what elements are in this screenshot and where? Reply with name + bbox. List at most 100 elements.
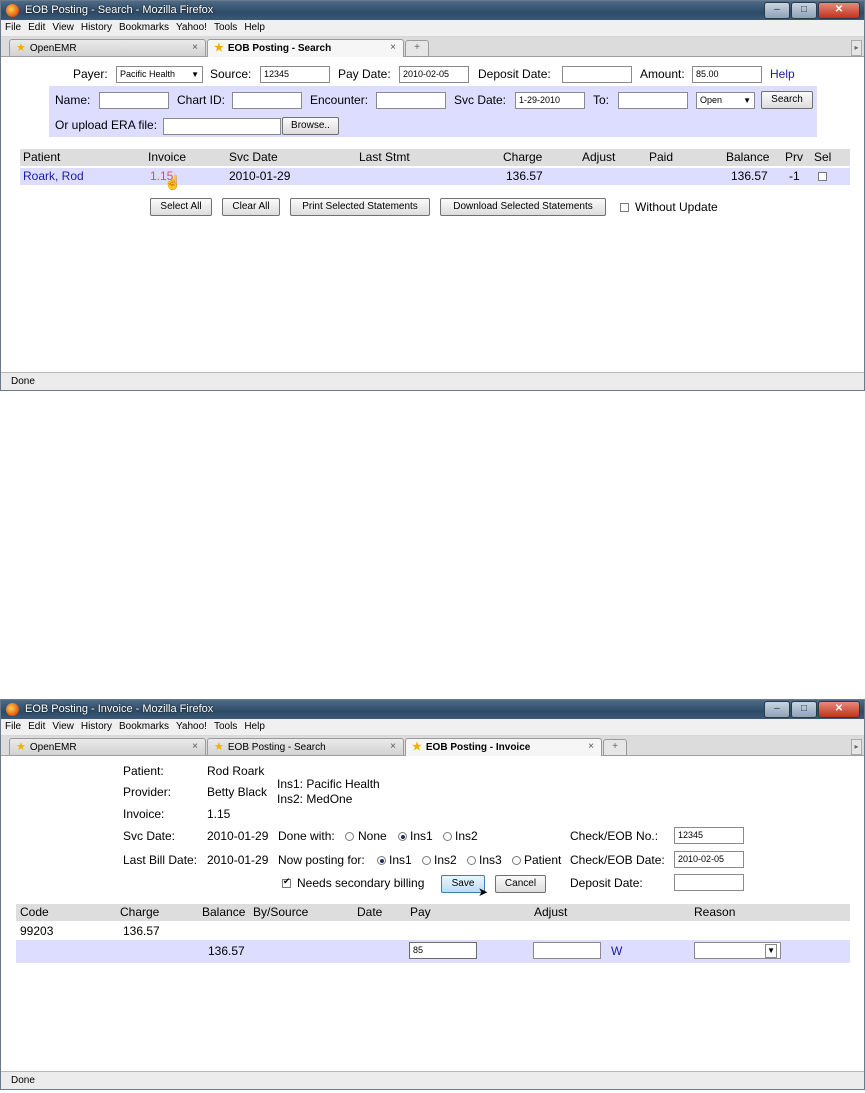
era-file-input[interactable] xyxy=(163,118,281,135)
menu-history[interactable]: History xyxy=(81,22,112,33)
tab-label: EOB Posting - Invoice xyxy=(425,742,531,753)
patient-value: Rod Roark xyxy=(207,764,265,778)
menu-bookmarks[interactable]: Bookmarks xyxy=(119,721,169,732)
tab-scroll-icon[interactable]: ▸ xyxy=(851,739,862,755)
paydate-input[interactable]: 2010-02-05 xyxy=(399,66,469,83)
menu-file[interactable]: File xyxy=(5,721,21,732)
search-button[interactable]: Search xyxy=(761,91,813,109)
chart-id-input[interactable] xyxy=(232,92,302,109)
print-statements-button[interactable]: Print Selected Statements xyxy=(290,198,430,216)
close-tab-icon[interactable]: × xyxy=(588,739,594,755)
without-update-checkbox[interactable] xyxy=(620,203,629,212)
menu-tools[interactable]: Tools xyxy=(214,721,237,732)
svc-date-input[interactable]: 1-29-2010 xyxy=(515,92,585,109)
new-tab-button[interactable]: + xyxy=(603,739,627,756)
check-no-input[interactable]: 12345 xyxy=(674,827,744,844)
menu-bookmarks[interactable]: Bookmarks xyxy=(119,22,169,33)
posting-ins2-radio[interactable] xyxy=(422,856,431,865)
close-button[interactable]: ✕ xyxy=(818,701,860,718)
encounter-input[interactable] xyxy=(376,92,446,109)
browse-button[interactable]: Browse.. xyxy=(282,117,339,135)
menu-file[interactable]: File xyxy=(5,22,21,33)
menu-view[interactable]: View xyxy=(52,721,74,732)
reason-select[interactable]: ▼ xyxy=(694,942,781,959)
status-value: Open xyxy=(700,95,723,105)
to-date-input[interactable] xyxy=(618,92,688,109)
posting-ins1-label: Ins1 xyxy=(389,853,412,867)
name-label: Name: xyxy=(55,93,91,107)
help-link[interactable]: Help xyxy=(770,67,795,81)
header-prv: Prv xyxy=(785,150,803,164)
header-sel: Sel xyxy=(814,150,832,164)
close-tab-icon[interactable]: × xyxy=(390,739,396,755)
select-checkbox[interactable] xyxy=(818,172,827,181)
adjust-input[interactable] xyxy=(533,942,601,959)
menu-tools[interactable]: Tools xyxy=(214,22,237,33)
pay-input[interactable]: 85 xyxy=(409,942,477,959)
source-input[interactable]: 12345 xyxy=(260,66,330,83)
posting-ins3-radio[interactable] xyxy=(467,856,476,865)
menu-help[interactable]: Help xyxy=(244,721,265,732)
tab-openemr[interactable]: ★ OpenEMR × xyxy=(9,39,206,56)
download-statements-button[interactable]: Download Selected Statements xyxy=(440,198,606,216)
invoice-value: 1.15 xyxy=(207,807,231,821)
header-code: Code xyxy=(20,905,49,919)
paydate-label: Pay Date: xyxy=(338,67,391,81)
patient-label: Patient: xyxy=(123,764,164,778)
star-icon: ★ xyxy=(16,741,26,753)
done-with-ins2-radio[interactable] xyxy=(443,832,452,841)
tab-eob-search[interactable]: ★ EOB Posting - Search × xyxy=(207,39,404,57)
close-tab-icon[interactable]: × xyxy=(390,40,396,56)
chevron-down-icon: ▼ xyxy=(191,70,199,79)
payer-select[interactable]: Pacific Health ▼ xyxy=(116,66,203,83)
tab-scroll-icon[interactable]: ▸ xyxy=(851,40,862,56)
posting-ins3-label: Ins3 xyxy=(479,853,502,867)
deposit-date-input[interactable] xyxy=(674,874,744,891)
minimize-button[interactable]: – xyxy=(764,701,790,718)
header-balance: Balance xyxy=(202,905,246,919)
done-with-none-label: None xyxy=(358,829,387,843)
tab-eob-invoice[interactable]: ★ EOB Posting - Invoice × xyxy=(405,738,602,756)
new-tab-button[interactable]: + xyxy=(405,40,429,57)
close-tab-icon[interactable]: × xyxy=(192,739,198,755)
maximize-button[interactable]: □ xyxy=(791,2,817,19)
patient-link[interactable]: Roark, Rod xyxy=(23,169,84,183)
done-with-ins1-radio[interactable] xyxy=(398,832,407,841)
source-label: Source: xyxy=(210,67,252,81)
writeoff-link[interactable]: W xyxy=(611,944,622,958)
posting-ins1-radio[interactable] xyxy=(377,856,386,865)
done-with-none-radio[interactable] xyxy=(345,832,354,841)
posting-patient-radio[interactable] xyxy=(512,856,521,865)
minimize-button[interactable]: – xyxy=(764,2,790,19)
tab-openemr[interactable]: ★ OpenEMR × xyxy=(9,738,206,755)
clear-all-button[interactable]: Clear All xyxy=(222,198,280,216)
amount-input[interactable]: 85.00 xyxy=(692,66,762,83)
header-balance: Balance xyxy=(726,150,770,164)
svc-date-cell: 2010-01-29 xyxy=(229,169,291,183)
select-all-button[interactable]: Select All xyxy=(150,198,212,216)
maximize-button[interactable]: □ xyxy=(791,701,817,718)
tab-eob-search[interactable]: ★ EOB Posting - Search × xyxy=(207,738,404,755)
menu-edit[interactable]: Edit xyxy=(28,22,45,33)
menu-yahoo[interactable]: Yahoo! xyxy=(176,721,207,732)
name-input[interactable] xyxy=(99,92,169,109)
encounter-label: Encounter: xyxy=(310,93,369,107)
menu-edit[interactable]: Edit xyxy=(28,721,45,732)
status-bar: Done xyxy=(1,1071,864,1089)
menu-yahoo[interactable]: Yahoo! xyxy=(176,22,207,33)
chevron-down-icon: ▼ xyxy=(765,944,777,958)
menu-view[interactable]: View xyxy=(52,22,74,33)
close-tab-icon[interactable]: × xyxy=(192,40,198,56)
status-select[interactable]: Open ▼ xyxy=(696,92,755,109)
close-button[interactable]: ✕ xyxy=(818,2,860,19)
header-last-stmt: Last Stmt xyxy=(359,150,410,164)
posting-patient-label: Patient xyxy=(524,853,562,867)
header-charge: Charge xyxy=(503,150,543,164)
check-date-input[interactable]: 2010-02-05 xyxy=(674,851,744,868)
secondary-billing-checkbox[interactable]: ✔ xyxy=(282,876,291,888)
cancel-button[interactable]: Cancel xyxy=(495,875,546,893)
balance-cell: 136.57 xyxy=(731,169,768,183)
menu-help[interactable]: Help xyxy=(244,22,265,33)
menu-history[interactable]: History xyxy=(81,721,112,732)
deposit-date-input[interactable] xyxy=(562,66,632,83)
